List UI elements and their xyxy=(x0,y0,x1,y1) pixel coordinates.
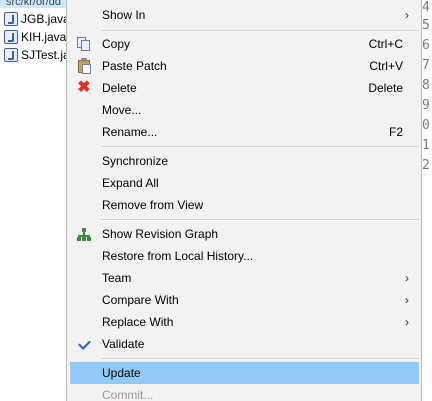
line-number: 9 xyxy=(422,98,430,113)
submenu-arrow-icon: › xyxy=(405,293,409,307)
submenu-arrow-icon: › xyxy=(405,8,409,22)
line-number: 8 xyxy=(422,78,430,93)
line-number: 4 xyxy=(422,0,430,15)
menu-item-label: Expand All xyxy=(102,176,159,190)
context-menu: Show In › Copy Ctrl+C Paste Patch Ctrl+V… xyxy=(66,0,422,401)
menu-item-restore-local-history[interactable]: Restore from Local History... xyxy=(70,245,419,267)
revision-graph-icon xyxy=(76,226,92,242)
submenu-arrow-icon: › xyxy=(405,271,409,285)
check-icon xyxy=(76,336,92,352)
menu-item-synchronize[interactable]: Synchronize xyxy=(70,150,419,172)
line-number: 7 xyxy=(422,58,430,73)
menu-separator xyxy=(101,30,419,31)
tree-file-item[interactable]: SJTest.java xyxy=(4,47,70,63)
menu-separator xyxy=(101,358,419,359)
menu-item-label: Delete xyxy=(102,81,137,95)
menu-item-move[interactable]: Move... xyxy=(70,99,419,121)
menu-item-label: Move... xyxy=(102,103,142,117)
shortcut-label: F2 xyxy=(388,125,403,139)
shortcut-label: Ctrl+V xyxy=(369,59,403,73)
java-file-icon xyxy=(4,48,18,62)
menu-item-label: Validate xyxy=(102,337,145,351)
shortcut-label: Delete xyxy=(368,81,403,95)
menu-item-expand-all[interactable]: Expand All xyxy=(70,172,419,194)
java-file-icon xyxy=(4,30,18,44)
menu-item-commit[interactable]: Commit... xyxy=(70,384,419,401)
menu-item-remove-from-view[interactable]: Remove from View xyxy=(70,194,419,216)
menu-item-label: Restore from Local History... xyxy=(102,249,254,263)
menu-item-show-in[interactable]: Show In › xyxy=(70,4,419,26)
menu-item-label: Update xyxy=(102,366,141,380)
menu-item-label: Remove from View xyxy=(102,198,204,212)
shortcut-label: Ctrl+C xyxy=(368,37,403,51)
menu-item-show-revision-graph[interactable]: Show Revision Graph xyxy=(70,223,419,245)
menu-item-label: Show In xyxy=(102,8,146,22)
menu-item-delete[interactable]: ✖ Delete Delete xyxy=(70,77,419,99)
menu-item-label: Rename... xyxy=(102,125,158,139)
menu-item-copy[interactable]: Copy Ctrl+C xyxy=(70,33,419,55)
tree-file-label: KIH.java xyxy=(21,30,67,44)
screen: src/kr/or/dd JGB.java KIH.java SJTest.ja… xyxy=(0,0,432,401)
line-number: 0 xyxy=(422,118,430,133)
menu-item-label: Commit... xyxy=(102,388,154,401)
menu-item-paste-patch[interactable]: Paste Patch Ctrl+V xyxy=(70,55,419,77)
java-file-icon xyxy=(4,12,18,26)
menu-separator xyxy=(101,146,419,147)
line-number: 5 xyxy=(422,18,430,33)
tree-package-path[interactable]: src/kr/or/dd xyxy=(0,0,70,8)
line-number: 2 xyxy=(422,158,430,173)
editor-gutter: 4 5 6 7 8 9 0 1 2 xyxy=(422,0,432,401)
tree-file-item[interactable]: JGB.java xyxy=(4,11,70,27)
line-number: 6 xyxy=(422,38,430,53)
tree-file-label: JGB.java xyxy=(21,12,70,26)
menu-item-label: Show Revision Graph xyxy=(102,227,219,241)
menu-item-label: Paste Patch xyxy=(102,59,167,73)
menu-item-compare-with[interactable]: Compare With › xyxy=(70,289,419,311)
menu-item-rename[interactable]: Rename... F2 xyxy=(70,121,419,143)
submenu-arrow-icon: › xyxy=(405,315,409,329)
line-number: 1 xyxy=(422,138,430,153)
menu-item-update[interactable]: Update xyxy=(70,362,419,384)
tree-file-label: SJTest.java xyxy=(21,48,70,62)
menu-item-label: Replace With xyxy=(102,315,174,329)
project-explorer-tree: src/kr/or/dd JGB.java KIH.java SJTest.ja… xyxy=(0,0,70,401)
paste-icon xyxy=(76,58,92,74)
menu-item-label: Compare With xyxy=(102,293,179,307)
menu-item-label: Synchronize xyxy=(102,154,169,168)
menu-item-replace-with[interactable]: Replace With › xyxy=(70,311,419,333)
menu-item-validate[interactable]: Validate xyxy=(70,333,419,355)
menu-item-label: Copy xyxy=(102,37,131,51)
copy-icon xyxy=(76,36,92,52)
menu-item-team[interactable]: Team › xyxy=(70,267,419,289)
delete-icon: ✖ xyxy=(77,79,91,96)
menu-item-label: Team xyxy=(102,271,132,285)
menu-separator xyxy=(101,219,419,220)
tree-file-item[interactable]: KIH.java xyxy=(4,29,66,45)
